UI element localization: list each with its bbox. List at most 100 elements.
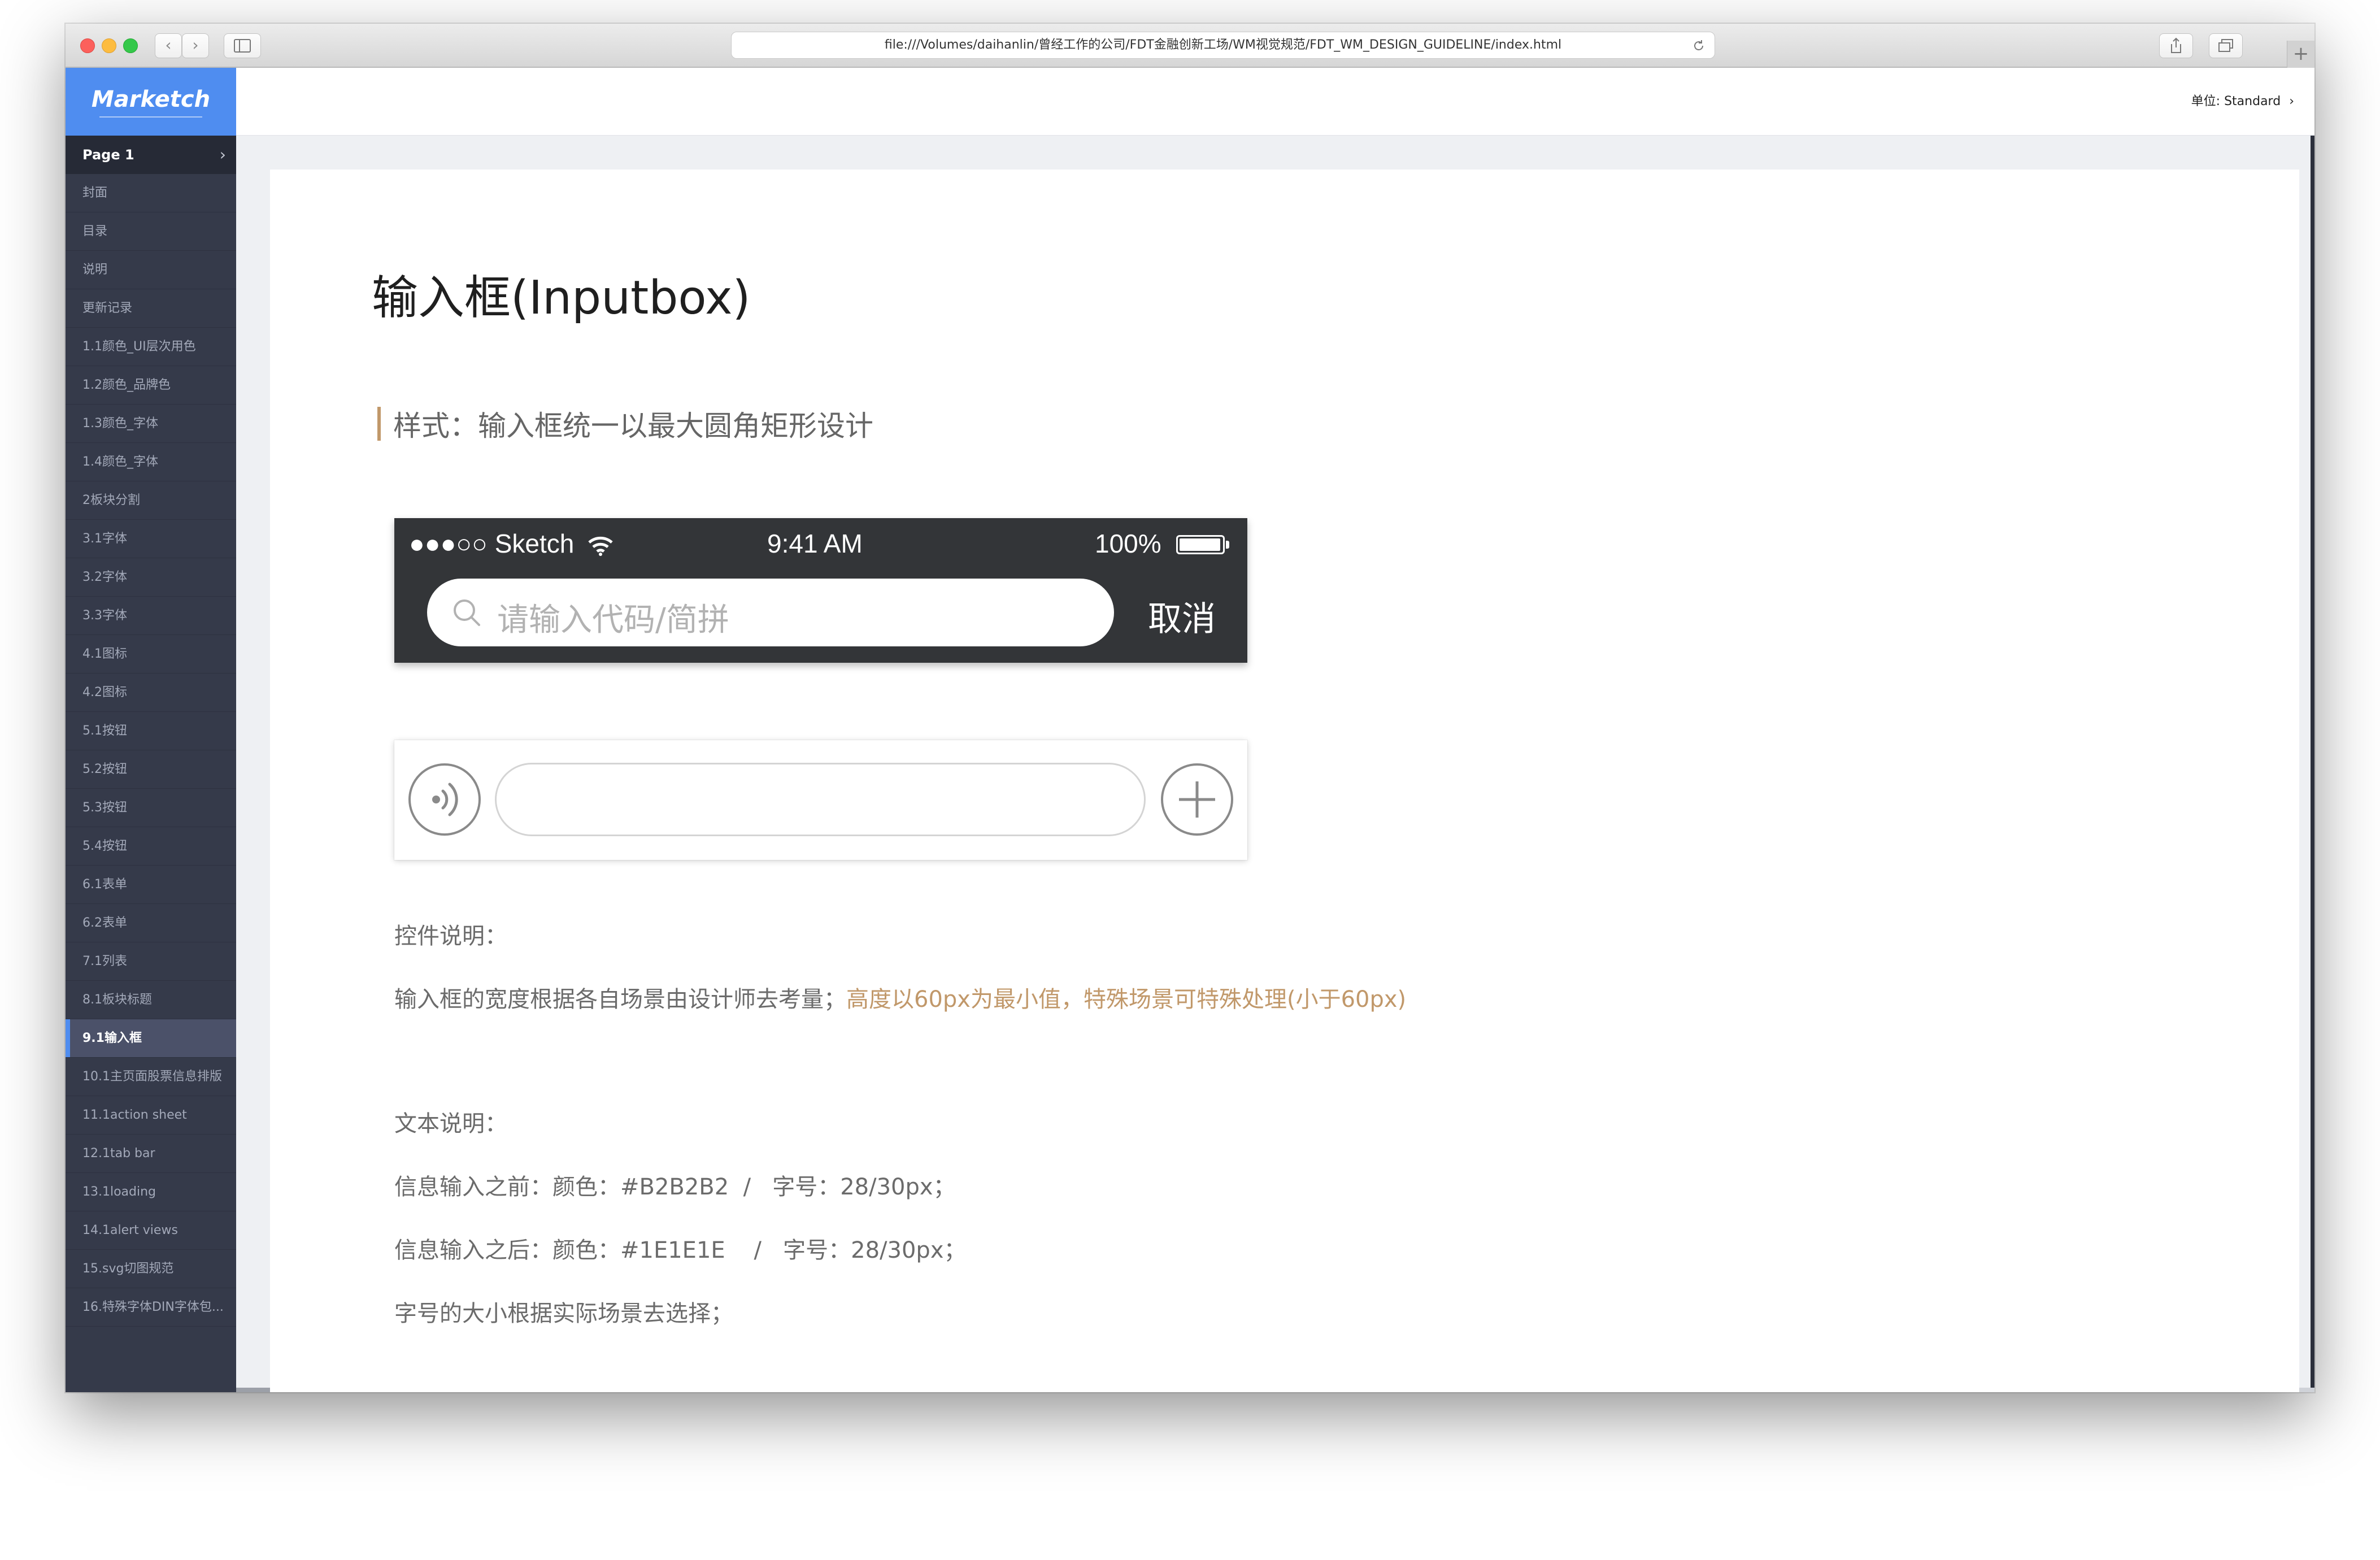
- unit-selector[interactable]: 单位: Standard ›: [2191, 68, 2294, 136]
- close-window-button[interactable]: [80, 38, 95, 53]
- sidebar: Marketch Page 1 › 封面目录说明更新记录 1.1颜色_UI层次用色…: [66, 68, 236, 1392]
- sidebar-item-label: 3.3字体: [82, 609, 127, 623]
- tabs-overview-button[interactable]: [2209, 33, 2243, 58]
- sidebar-item-label: 目录: [82, 224, 108, 238]
- sidebar-item[interactable]: 4.2图标: [66, 673, 236, 712]
- sidebar-item[interactable]: 5.2按钮: [66, 750, 236, 789]
- chevron-left-icon: ‹: [165, 36, 172, 54]
- sidebar-item[interactable]: 目录: [66, 212, 236, 251]
- sidebar-item[interactable]: 5.4按钮: [66, 827, 236, 866]
- text-size-note: 字号的大小根据实际场景去选择；: [394, 1301, 733, 1327]
- right-edge-shadow: [2311, 136, 2314, 1392]
- message-input[interactable]: [495, 763, 1146, 836]
- sidebar-item[interactable]: 5.3按钮: [66, 789, 236, 827]
- sidebar-item[interactable]: 13.1loading: [66, 1173, 236, 1211]
- zoom-window-button[interactable]: [123, 38, 138, 53]
- address-bar[interactable]: file:///Volumes/daihanlin/曾经工作的公司/FDT金融创…: [731, 32, 1715, 59]
- search-input[interactable]: 请输入代码/简拼: [427, 579, 1114, 646]
- plus-icon[interactable]: [1160, 763, 1234, 836]
- sidebar-item-label: 16.特殊字体DIN字体包...: [82, 1300, 224, 1314]
- sidebar-item-label: 5.4按钮: [82, 839, 127, 853]
- sidebar-item[interactable]: 12.1tab bar: [66, 1135, 236, 1173]
- sidebar-item-label: 5.2按钮: [82, 762, 127, 776]
- reload-icon[interactable]: [1692, 39, 1705, 53]
- chevron-right-icon: ›: [2289, 94, 2294, 108]
- status-battery-text: 100%: [1095, 529, 1161, 558]
- chevron-right-icon: ›: [219, 145, 226, 164]
- search-icon: [454, 599, 480, 626]
- search-placeholder: 请输入代码/简拼: [497, 602, 729, 638]
- unit-value: Standard: [2224, 94, 2281, 108]
- share-button[interactable]: [2159, 33, 2193, 58]
- sidebar-item[interactable]: 2板块分割: [66, 481, 236, 520]
- status-carrier: ●●●○○ Sketch: [409, 528, 614, 559]
- sidebar-item[interactable]: 6.1表单: [66, 866, 236, 904]
- address-text: file:///Volumes/daihanlin/曾经工作的公司/FDT金融创…: [884, 38, 1562, 52]
- sidebar-item-label: 说明: [82, 263, 108, 277]
- sidebar-item[interactable]: 11.1action sheet: [66, 1096, 236, 1135]
- sidebar-item-label: 4.1图标: [82, 647, 127, 661]
- sidebar-item[interactable]: 1.3颜色_字体: [66, 405, 236, 443]
- sidebar-item-label: 14.1alert views: [82, 1223, 178, 1237]
- sidebar-item[interactable]: 16.特殊字体DIN字体包...: [66, 1288, 236, 1327]
- sidebar-icon: [234, 39, 251, 53]
- artboard: 输入框(Inputbox) 样式：输入框统一以最大圆角矩形设计 ●●●○○ Sk…: [270, 170, 2299, 1392]
- search-bar-mockup: ●●●○○ Sketch 9:41 AM 100% 请输入代码/简拼 取消: [394, 518, 1247, 663]
- subtitle-accent-bar: [377, 407, 381, 441]
- logo-underline: [99, 116, 202, 118]
- sidebar-item[interactable]: 10.1主页面股票信息排版: [66, 1058, 236, 1096]
- browser-toolbar: ‹ › file:///Volumes/daihanlin/曾经工作的公司/FD…: [66, 24, 2314, 68]
- sidebar-item-label: 15.svg切图规范: [82, 1262, 174, 1276]
- tabs-icon: [2218, 39, 2233, 52]
- sidebar-item[interactable]: 7.1列表: [66, 942, 236, 981]
- control-description: 输入框的宽度根据各自场景由设计师去考量；高度以60px为最小值，特殊场景可特殊处…: [394, 981, 1406, 1014]
- sidebar-item[interactable]: 4.1图标: [66, 635, 236, 673]
- sidebar-item[interactable]: 1.2颜色_品牌色: [66, 366, 236, 405]
- voice-icon[interactable]: [408, 763, 481, 836]
- unit-label: 单位:: [2191, 94, 2221, 108]
- sidebar-item[interactable]: 14.1alert views: [66, 1211, 236, 1250]
- battery-tip: [1226, 541, 1229, 549]
- sidebar-item-label: 更新记录: [82, 301, 133, 315]
- forward-button[interactable]: ›: [182, 33, 209, 58]
- sidebar-item[interactable]: 6.2表单: [66, 904, 236, 942]
- page-title: 输入框(Inputbox): [372, 271, 751, 325]
- sidebar-item-label: 1.1颜色_UI层次用色: [82, 340, 196, 354]
- sidebar-nav: 封面目录说明更新记录 1.1颜色_UI层次用色 1.2颜色_品牌色 1.3颜色_字体 1…: [66, 174, 236, 1327]
- back-button[interactable]: ‹: [155, 33, 182, 58]
- carrier-text: ●●●○○ Sketch: [409, 529, 575, 558]
- sidebar-item[interactable]: 1.1颜色_UI层次用色: [66, 328, 236, 366]
- share-icon: [2171, 37, 2181, 53]
- sidebar-toggle-button[interactable]: [224, 33, 261, 58]
- control-heading: 控件说明：: [394, 923, 507, 949]
- page-subtitle: 样式：输入框统一以最大圆角矩形设计: [393, 410, 873, 442]
- sidebar-item[interactable]: 3.2字体: [66, 558, 236, 597]
- sidebar-item[interactable]: 15.svg切图规范: [66, 1250, 236, 1288]
- control-description-text: 输入框的宽度根据各自场景由设计师去考量；: [394, 987, 846, 1013]
- chat-input-mockup: [394, 740, 1247, 860]
- sidebar-item[interactable]: 3.3字体: [66, 597, 236, 635]
- sidebar-item[interactable]: 8.1板块标题: [66, 981, 236, 1019]
- sidebar-item-label: 11.1action sheet: [82, 1108, 187, 1122]
- minimize-window-button[interactable]: [102, 38, 116, 53]
- sidebar-item[interactable]: 封面: [66, 174, 236, 212]
- status-time: 9:41 AM: [767, 529, 863, 558]
- sidebar-item[interactable]: 3.1字体: [66, 520, 236, 558]
- sidebar-item-label: 3.2字体: [82, 570, 127, 584]
- sidebar-item-label: 1.3颜色_字体: [82, 416, 158, 431]
- page-selector-label: Page 1: [82, 147, 134, 163]
- sidebar-item[interactable]: 1.4颜色_字体: [66, 443, 236, 481]
- sidebar-item[interactable]: 说明: [66, 251, 236, 289]
- logo-text: Marketch: [91, 86, 211, 112]
- sidebar-item-label: 9.1输入框: [82, 1031, 142, 1045]
- sidebar-item[interactable]: 5.1按钮: [66, 712, 236, 750]
- battery-level: [1180, 538, 1220, 551]
- sidebar-item[interactable]: 更新记录: [66, 289, 236, 328]
- sidebar-item-label: 5.3按钮: [82, 801, 127, 815]
- new-tab-button[interactable]: +: [2287, 41, 2314, 68]
- sidebar-item[interactable]: 9.1输入框: [66, 1019, 236, 1058]
- page-selector[interactable]: Page 1 ›: [66, 136, 236, 174]
- cancel-button[interactable]: 取消: [1148, 592, 1216, 641]
- sidebar-item-label: 1.4颜色_字体: [82, 455, 158, 469]
- wifi-icon: [588, 536, 613, 556]
